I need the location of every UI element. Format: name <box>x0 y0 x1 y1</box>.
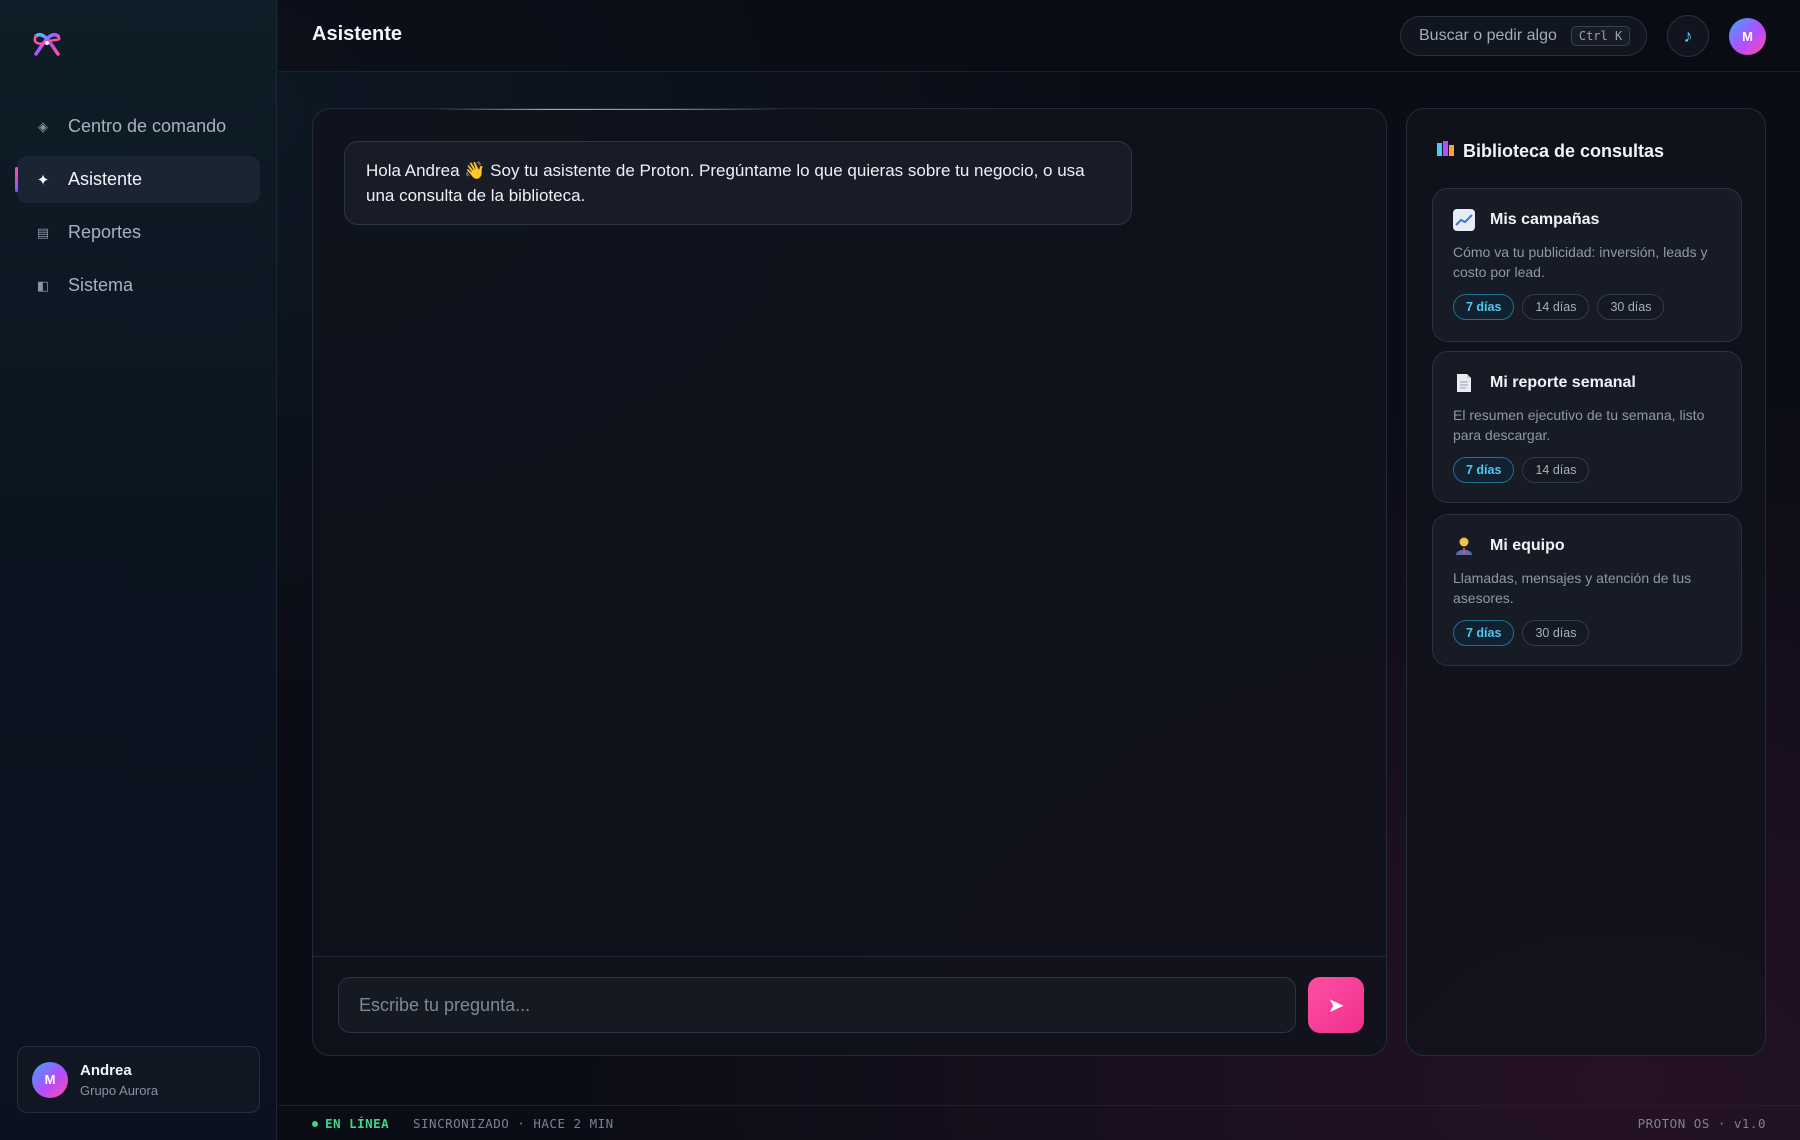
card-description: El resumen ejecutivo de tu semana, listo… <box>1453 407 1705 443</box>
library-title-text: Biblioteca de consultas <box>1463 141 1665 161</box>
accent-line <box>433 109 783 110</box>
person-icon <box>1453 535 1475 557</box>
chart-up-icon <box>1453 209 1475 231</box>
proton-logo[interactable] <box>30 28 64 62</box>
card-title: Mi equipo <box>1490 537 1565 554</box>
shortcut-hint: Ctrl K <box>1570 26 1631 46</box>
range-chips: 7 días 30 días <box>1453 620 1721 646</box>
sidebar-item-asistente[interactable]: ✦ Asistente <box>15 156 260 203</box>
send-button[interactable]: ➤ <box>1308 977 1364 1033</box>
library-title: Biblioteca de consultas <box>1437 141 1664 162</box>
user-info: Andrea Grupo Aurora <box>80 1062 158 1098</box>
sidebar-item-label: Sistema <box>68 275 134 295</box>
sidebar-item-label: Reportes <box>68 222 142 242</box>
chat-panel: Hola Andrea 👋 Soy tu asistente de Proton… <box>312 108 1387 1056</box>
sidebar-item-label: Centro de comando <box>68 116 227 136</box>
diamond-icon: ◈ <box>38 118 48 134</box>
range-chips: 7 días 14 días 30 días <box>1453 294 1721 320</box>
message-composer: ➤ <box>313 956 1386 1055</box>
music-button[interactable]: ♪ <box>1667 15 1709 57</box>
user-organization: Grupo Aurora <box>80 1082 159 1098</box>
query-card-team[interactable]: Mi equipo Llamadas, mensajes y atención … <box>1432 514 1742 666</box>
header-avatar[interactable]: M <box>1729 18 1766 55</box>
sidebar-item-label: Asistente <box>68 169 143 189</box>
chip-30-dias[interactable]: 30 días <box>1522 620 1590 646</box>
online-label: EN LÍNEA <box>325 1116 390 1131</box>
query-card-weekly-report[interactable]: Mi reporte semanal El resumen ejecutivo … <box>1432 351 1742 503</box>
document-icon <box>1453 372 1475 394</box>
avatar: M <box>32 1061 68 1098</box>
sidebar: ◈ Centro de comando ✦ Asistente ▤ Report… <box>0 0 277 1140</box>
status-dot-icon <box>312 1120 318 1127</box>
range-chips: 7 días 14 días <box>1453 457 1721 483</box>
page-title: Asistente <box>312 23 403 45</box>
query-library: Biblioteca de consultas Mis campañas Cóm… <box>1406 108 1766 1056</box>
panel-icon: ◧ <box>36 277 50 293</box>
online-status: EN LÍNEA <box>312 1116 389 1131</box>
chip-7-dias[interactable]: 7 días <box>1453 294 1515 320</box>
command-search[interactable]: Buscar o pedir algo Ctrl K <box>1400 16 1647 56</box>
chip-14-dias[interactable]: 14 días <box>1522 294 1590 320</box>
chip-7-dias[interactable]: 7 días <box>1453 620 1515 646</box>
sidebar-item-sistema[interactable]: ◧ Sistema <box>17 262 260 309</box>
query-card-campaigns[interactable]: Mis campañas Cómo va tu publicidad: inve… <box>1432 188 1742 342</box>
sidebar-item-centro-de-comando[interactable]: ◈ Centro de comando <box>17 103 260 150</box>
send-arrow-icon: ➤ <box>1327 994 1345 1017</box>
question-input[interactable] <box>338 977 1296 1033</box>
card-title: Mi reporte semanal <box>1490 374 1636 391</box>
assistant-message: Hola Andrea 👋 Soy tu asistente de Proton… <box>344 141 1132 225</box>
chip-30-dias[interactable]: 30 días <box>1597 294 1665 320</box>
search-label: Buscar o pedir algo <box>1419 27 1557 44</box>
list-icon: ▤ <box>36 224 50 240</box>
status-bar: EN LÍNEA SINCRONIZADO · HACE 2 MIN PROTO… <box>278 1105 1800 1140</box>
version-label: PROTON OS · v1.0 <box>1637 1116 1766 1131</box>
music-note-icon: ♪ <box>1683 25 1693 46</box>
books-icon <box>1437 141 1455 162</box>
chip-14-dias[interactable]: 14 días <box>1522 457 1590 483</box>
chip-7-dias[interactable]: 7 días <box>1453 457 1515 483</box>
user-card[interactable]: M Andrea Grupo Aurora <box>17 1046 260 1113</box>
user-name: Andrea <box>80 1061 132 1079</box>
sidebar-item-reportes[interactable]: ▤ Reportes <box>17 209 260 256</box>
top-header: Asistente Buscar o pedir algo Ctrl K ♪ M <box>278 0 1800 72</box>
sidebar-nav: ◈ Centro de comando ✦ Asistente ▤ Report… <box>15 103 260 315</box>
sparkle-icon: ✦ <box>36 171 50 189</box>
card-title: Mis campañas <box>1490 211 1600 228</box>
sync-status: SINCRONIZADO · HACE 2 MIN <box>413 1116 614 1131</box>
card-description: Llamadas, mensajes y atención de tus ase… <box>1453 570 1692 606</box>
card-description: Cómo va tu publicidad: inversión, leads … <box>1453 244 1708 280</box>
